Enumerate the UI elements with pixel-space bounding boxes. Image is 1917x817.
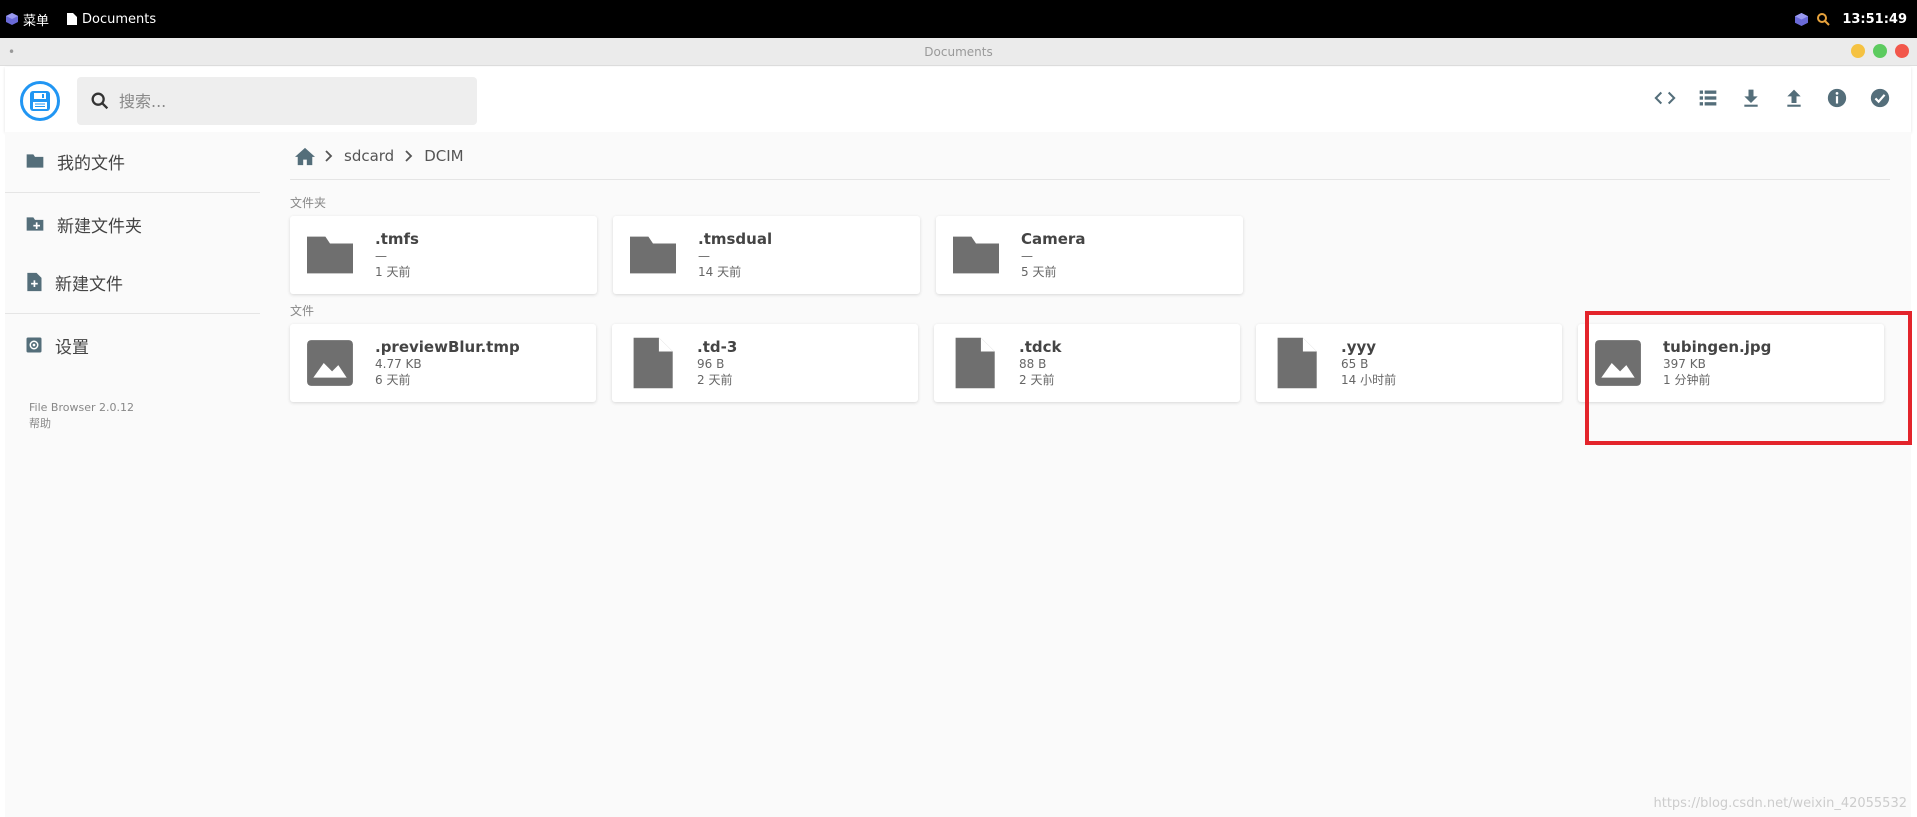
search-input[interactable]: [119, 91, 449, 111]
search-box[interactable]: [77, 77, 477, 125]
new-folder-icon: [26, 217, 44, 231]
file-icon: [633, 337, 673, 389]
clock: 13:51:49: [1842, 11, 1907, 27]
file-item[interactable]: .yyy 65 B 14 小时前: [1256, 324, 1562, 402]
titlebar-dot-icon: •: [8, 45, 16, 59]
info-icon: [1827, 88, 1847, 108]
folder-icon: [26, 154, 44, 168]
sidebar-item-label: 我的文件: [57, 153, 125, 174]
file-name: .tdck: [1019, 338, 1062, 356]
minimize-button[interactable]: [1851, 44, 1865, 58]
folder-modified: 14 天前: [698, 265, 742, 279]
search-tray-icon[interactable]: [1816, 12, 1831, 26]
folder-item[interactable]: .tmfs — 1 天前: [290, 216, 597, 294]
sidebar-item-label: 设置: [55, 337, 89, 358]
settings-icon: [26, 337, 42, 353]
chevron-right-icon: [402, 149, 416, 163]
file-name: .yyy: [1341, 338, 1377, 356]
floppy-disk-icon: [30, 91, 50, 111]
menu-label: 菜单: [23, 13, 50, 29]
file-modified: 2 天前: [1019, 373, 1055, 387]
folder-size: —: [1021, 249, 1033, 263]
window-titlebar: • Documents: [0, 38, 1917, 66]
new-file-icon: [27, 272, 42, 292]
file-name: .td-3: [697, 338, 738, 356]
folder-grid: .tmfs — 1 天前 .tmsdual — 14 天前 Camera — 5…: [290, 216, 1900, 294]
sidebar-divider: [5, 313, 260, 314]
code-icon: [1654, 91, 1676, 105]
folder-item[interactable]: Camera — 5 天前: [936, 216, 1243, 294]
close-button[interactable]: [1895, 44, 1909, 58]
folder-modified: 1 天前: [375, 265, 411, 279]
sidebar-item-my-files[interactable]: 我的文件: [5, 132, 260, 190]
maximize-button[interactable]: [1873, 44, 1887, 58]
select-button[interactable]: [1865, 83, 1895, 113]
file-icon: [955, 337, 995, 389]
taskbar: 菜单 Documents 13:51:49: [0, 0, 1917, 38]
file-item[interactable]: .previewBlur.tmp 4.77 KB 6 天前: [290, 324, 596, 402]
file-modified: 14 小时前: [1341, 373, 1397, 387]
app-logo[interactable]: [20, 81, 60, 121]
folder-name: Camera: [1021, 230, 1086, 248]
folder-modified: 5 天前: [1021, 265, 1057, 279]
image-icon: [307, 340, 353, 386]
file-modified: 6 天前: [375, 373, 411, 387]
file-name: .previewBlur.tmp: [375, 338, 520, 356]
file-icon: [1277, 337, 1317, 389]
folders-heading: 文件夹: [290, 196, 327, 210]
check-circle-icon: [1870, 88, 1890, 108]
sidebar-divider: [5, 192, 260, 193]
code-button[interactable]: [1650, 83, 1680, 113]
breadcrumb-sdcard[interactable]: sdcard: [344, 147, 394, 165]
highlight-box: [1585, 311, 1912, 445]
home-icon[interactable]: [294, 146, 316, 166]
sidebar: 我的文件 新建文件夹 新建文件 设置 File Browser 2.0.12 帮…: [5, 132, 260, 817]
file-modified: 2 天前: [697, 373, 733, 387]
breadcrumb-dcim[interactable]: DCIM: [424, 147, 463, 165]
window-title: Documents: [924, 45, 993, 59]
sidebar-item-settings[interactable]: 设置: [5, 316, 260, 374]
folder-icon: [307, 236, 353, 274]
file-item[interactable]: .td-3 96 B 2 天前: [612, 324, 918, 402]
chevron-right-icon: [316, 149, 336, 163]
file-size: 96 B: [697, 357, 725, 371]
help-link[interactable]: 帮助: [29, 416, 260, 432]
upload-icon: [1787, 89, 1801, 107]
folder-name: .tmfs: [375, 230, 419, 248]
sidebar-item-label: 新建文件夹: [57, 216, 142, 237]
sidebar-footer: File Browser 2.0.12 帮助: [5, 400, 260, 432]
sidebar-item-new-folder[interactable]: 新建文件夹: [5, 195, 260, 253]
taskbar-window-label: Documents: [82, 11, 157, 27]
file-item[interactable]: .tdck 88 B 2 天前: [934, 324, 1240, 402]
upload-button[interactable]: [1779, 83, 1809, 113]
app-header: [5, 67, 1911, 132]
file-size: 88 B: [1019, 357, 1047, 371]
version-text: File Browser 2.0.12: [29, 401, 134, 414]
taskbar-window-documents[interactable]: Documents: [67, 0, 156, 38]
sidebar-item-new-file[interactable]: 新建文件: [5, 253, 260, 311]
info-button[interactable]: [1822, 83, 1852, 113]
cube-tray-icon[interactable]: [1795, 12, 1809, 26]
download-button[interactable]: [1736, 83, 1766, 113]
document-icon: [67, 13, 78, 25]
menu-button[interactable]: 菜单: [6, 0, 49, 38]
folder-icon: [630, 236, 676, 274]
file-size: 65 B: [1341, 357, 1369, 371]
watermark: https://blog.csdn.net/weixin_42055532: [1653, 796, 1907, 811]
download-icon: [1744, 89, 1758, 107]
list-view-icon: [1699, 90, 1717, 106]
search-icon: [91, 92, 109, 110]
cube-icon: [6, 13, 18, 25]
file-size: 4.77 KB: [375, 357, 422, 371]
folder-item[interactable]: .tmsdual — 14 天前: [613, 216, 920, 294]
list-view-button[interactable]: [1693, 83, 1723, 113]
folder-size: —: [375, 249, 387, 263]
folder-size: —: [698, 249, 710, 263]
sidebar-item-label: 新建文件: [55, 274, 123, 295]
breadcrumb: sdcard DCIM: [290, 132, 1890, 180]
folder-icon: [953, 236, 999, 274]
folder-name: .tmsdual: [698, 230, 773, 248]
